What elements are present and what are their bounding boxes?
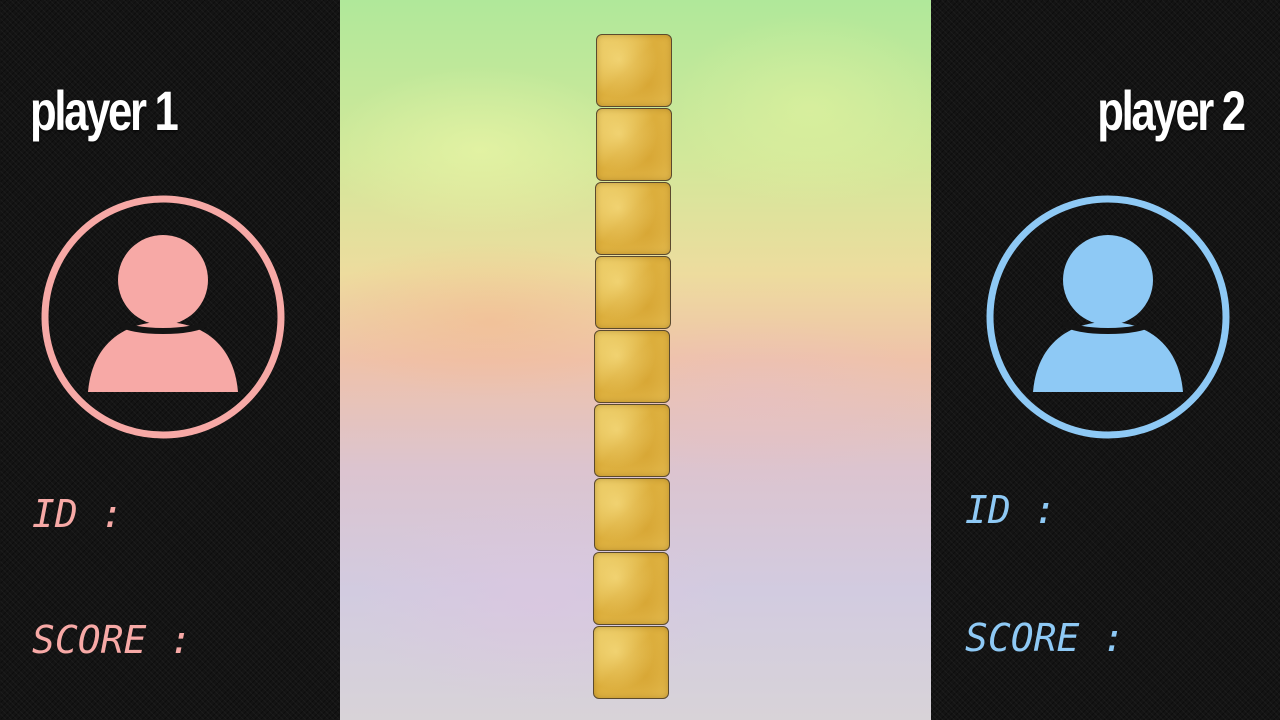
player2-panel: player 2 ID : SCORE : — [931, 0, 1280, 720]
player2-score-label: SCORE : — [965, 616, 1126, 660]
game-board — [340, 0, 931, 720]
player1-title: player 1 — [30, 79, 179, 142]
board-tile[interactable] — [594, 256, 671, 329]
player2-id-label: ID : — [965, 488, 1057, 532]
board-tile[interactable] — [595, 108, 672, 181]
board-tile[interactable] — [594, 404, 670, 477]
player1-panel: player 1 ID : SCORE : — [0, 0, 340, 720]
game-screen: player 1 ID : SCORE : player 2 ID : SCOR… — [0, 0, 1280, 720]
player1-avatar-icon — [40, 194, 286, 440]
board-tile[interactable] — [595, 182, 672, 255]
board-tile[interactable] — [594, 330, 671, 403]
board-tile[interactable] — [593, 478, 670, 551]
board-tile[interactable] — [596, 34, 672, 107]
player1-score-label: SCORE : — [32, 618, 193, 662]
board-tile[interactable] — [593, 552, 670, 625]
board-tile[interactable] — [592, 626, 669, 699]
player1-id-label: ID : — [32, 492, 124, 536]
player2-avatar-icon — [985, 194, 1231, 440]
player2-title: player 2 — [1097, 79, 1247, 142]
